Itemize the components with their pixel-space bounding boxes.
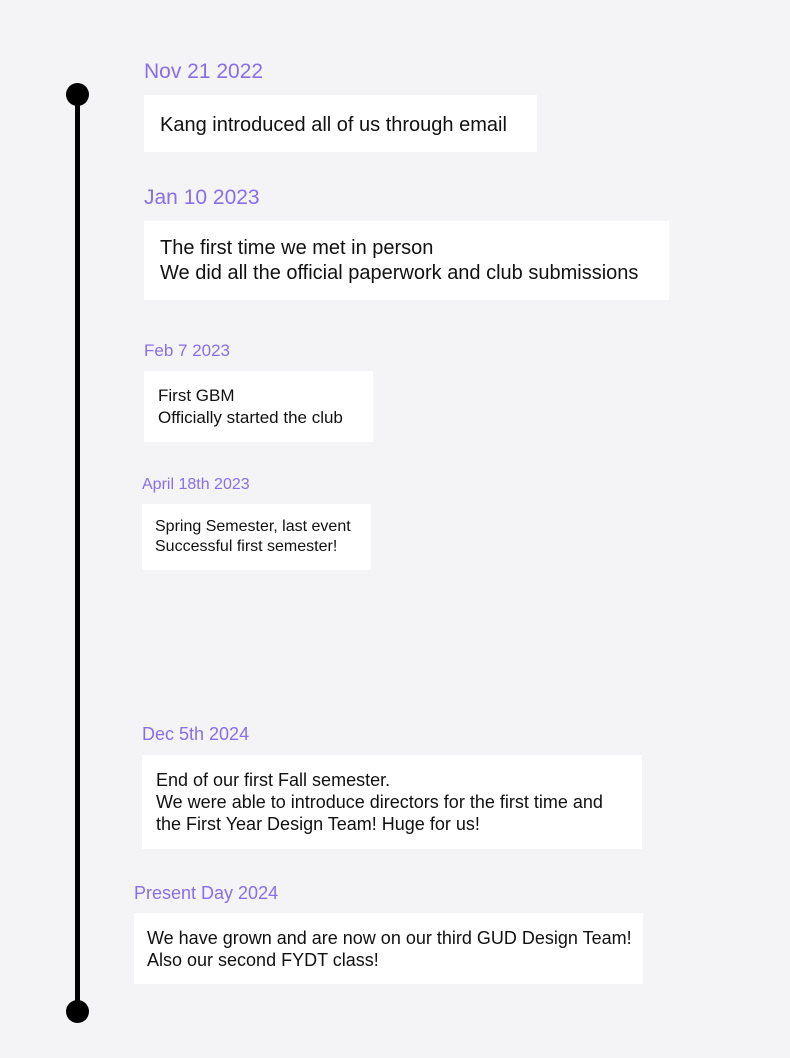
event-text: First GBM bbox=[158, 386, 235, 405]
event-date: April 18th 2023 bbox=[142, 476, 250, 493]
event-text: the First Year Design Team! Huge for us! bbox=[156, 814, 480, 834]
event-card: We have grown and are now on our third G… bbox=[134, 913, 643, 984]
event-text: End of our first Fall semester. bbox=[156, 770, 391, 790]
event-card: The first time we met in person We did a… bbox=[144, 221, 669, 300]
event-text: Successful first semester! bbox=[155, 538, 338, 555]
event-text: The first time we met in person bbox=[160, 237, 434, 259]
event-text: Officially started the club bbox=[158, 408, 343, 427]
timeline-line bbox=[75, 94, 80, 1012]
event-card: Spring Semester, last event Successful f… bbox=[142, 504, 371, 570]
event-card: End of our first Fall semester. We were … bbox=[142, 755, 642, 849]
event-text: Kang introduced all of us through email bbox=[160, 114, 507, 136]
timeline-start-dot bbox=[66, 83, 89, 106]
event-card: Kang introduced all of us through email bbox=[144, 95, 537, 152]
timeline-end-dot bbox=[66, 1000, 89, 1023]
event-text: Spring Semester, last event bbox=[155, 518, 351, 535]
event-date: Present Day 2024 bbox=[134, 883, 279, 903]
event-date: Nov 21 2022 bbox=[144, 60, 264, 83]
event-text: Also our second FYDT class! bbox=[147, 950, 379, 970]
event-card: First GBM Officially started the club bbox=[144, 371, 373, 442]
event-date: Jan 10 2023 bbox=[144, 186, 260, 209]
event-text: We did all the official paperwork and cl… bbox=[160, 262, 639, 284]
event-text: We have grown and are now on our third G… bbox=[147, 928, 632, 948]
event-date: Dec 5th 2024 bbox=[142, 724, 250, 744]
event-date: Feb 7 2023 bbox=[144, 341, 231, 360]
event-text: We were able to introduce directors for … bbox=[156, 792, 603, 812]
